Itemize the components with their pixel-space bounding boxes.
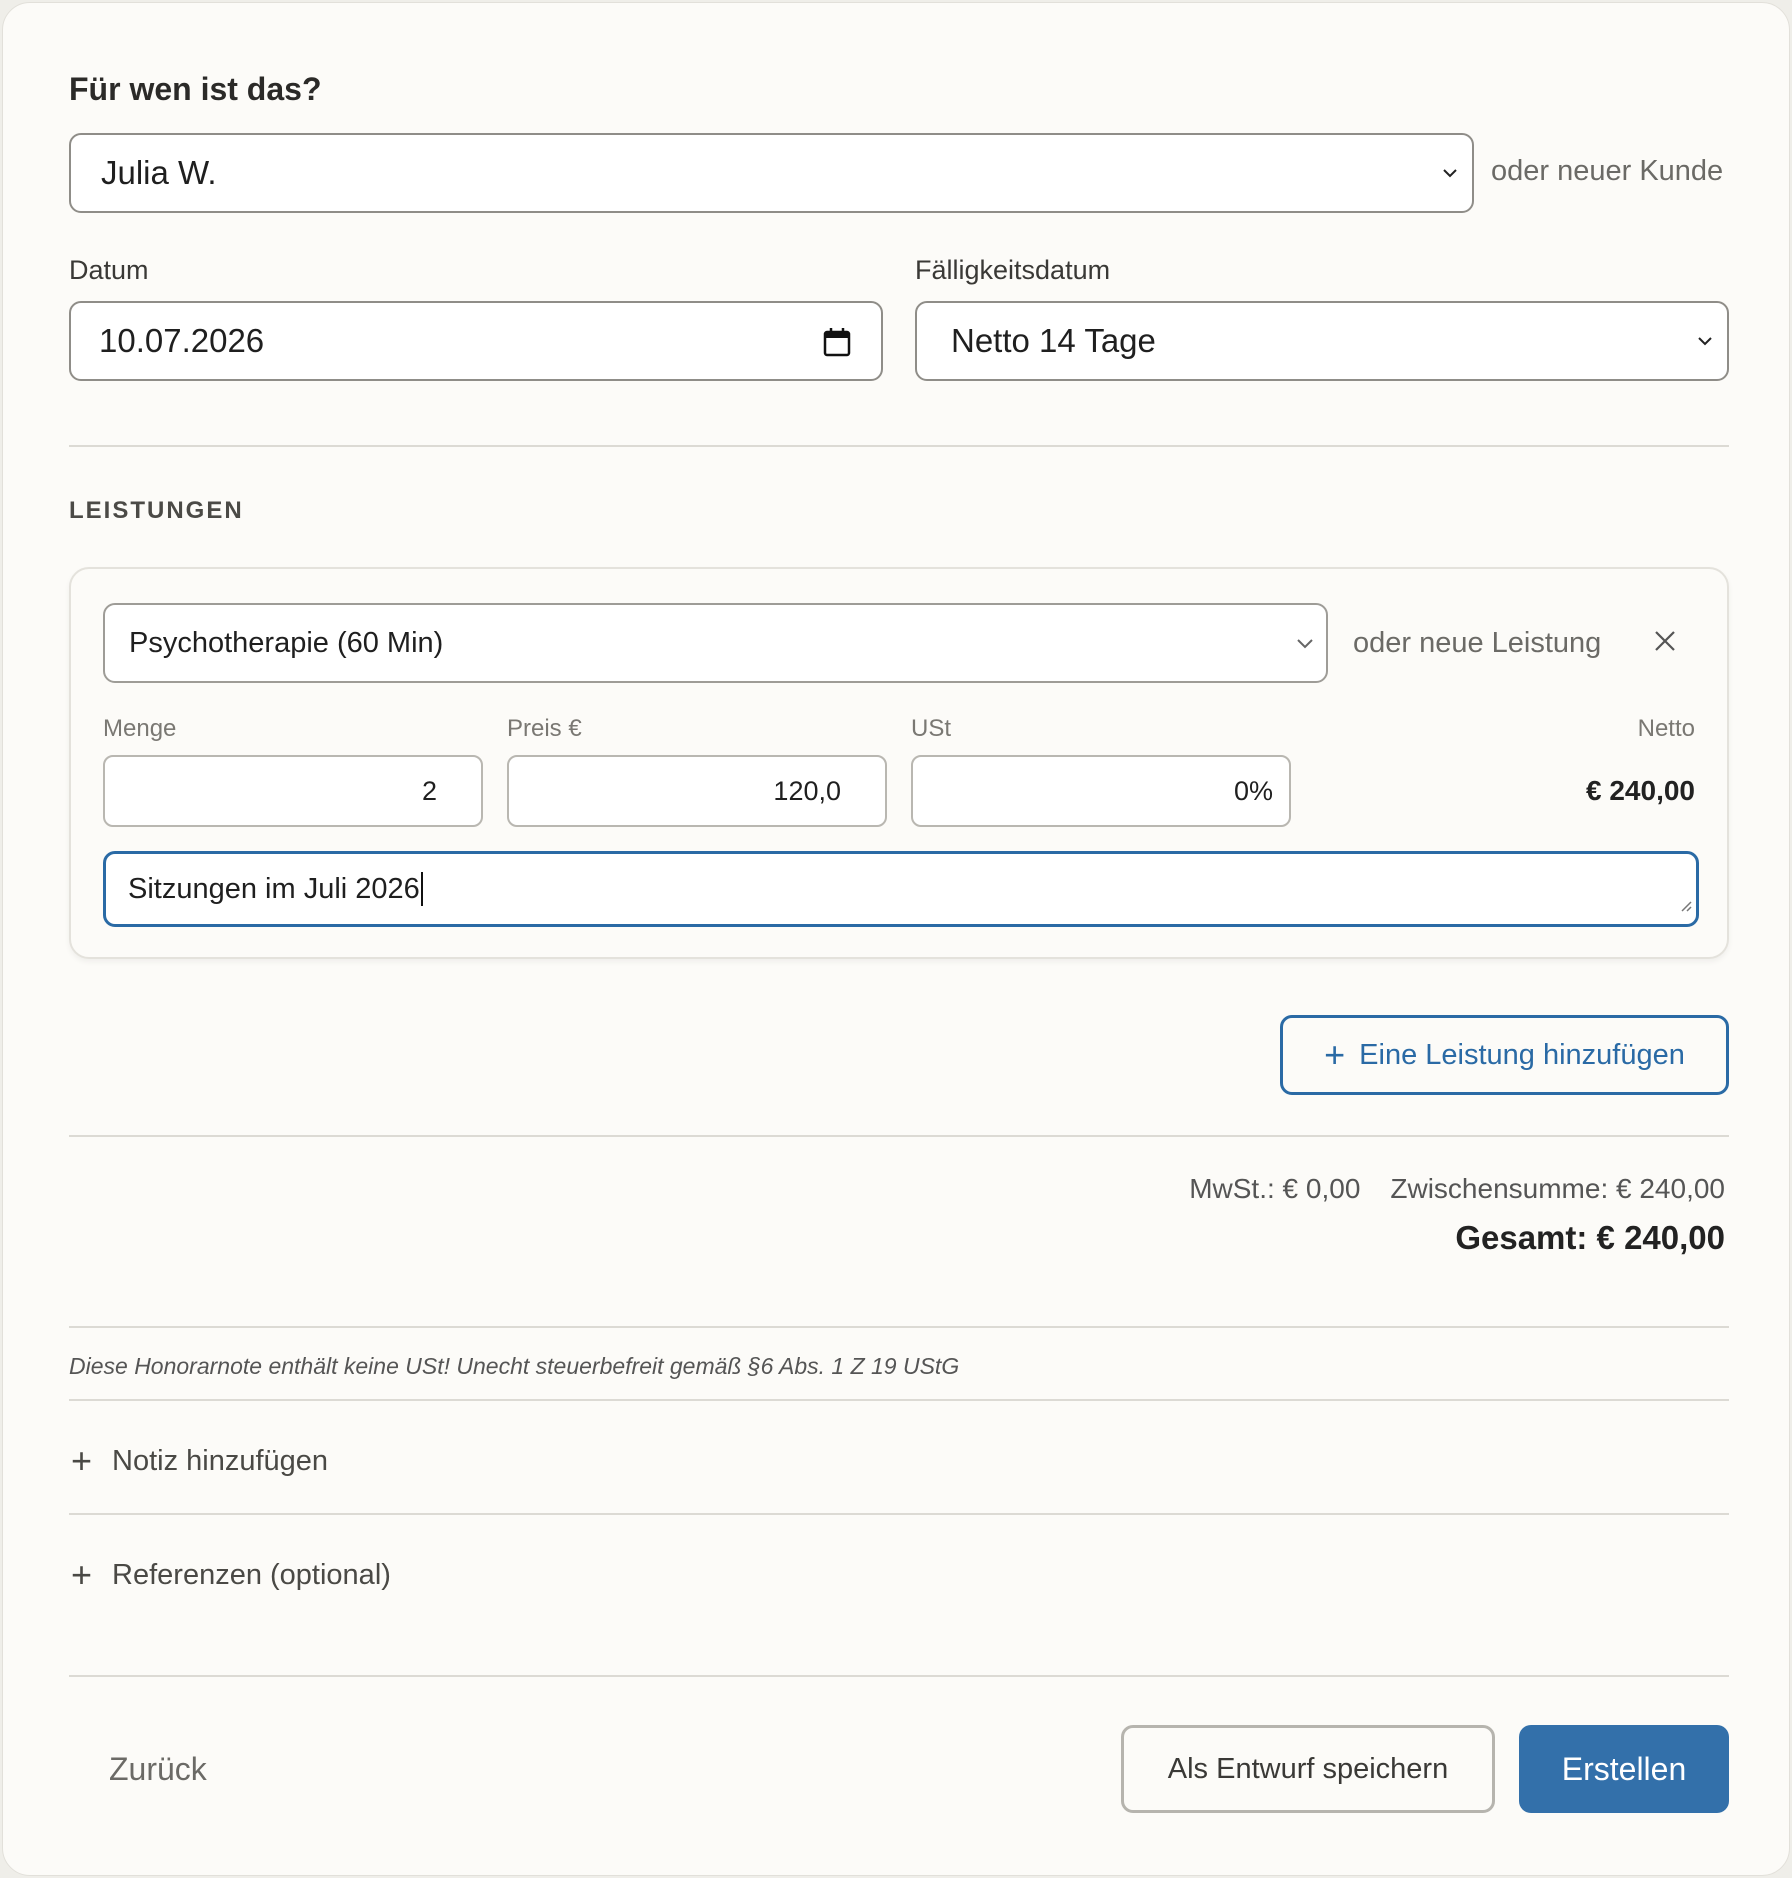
due-date-select-value: Netto 14 Tage	[951, 322, 1156, 359]
new-service-link[interactable]: oder neue Leistung	[1353, 627, 1601, 660]
chevron-down-icon	[1697, 333, 1713, 349]
service-item-card: Psychotherapie (60 Min) oder neue Leistu…	[69, 567, 1729, 959]
price-value: 120,0	[773, 775, 841, 806]
client-heading: Für wen ist das?	[69, 71, 322, 107]
text-cursor	[420, 872, 423, 906]
vat-field[interactable]: 0%	[911, 755, 1291, 827]
client-select[interactable]: Julia W.	[69, 133, 1474, 213]
divider	[69, 1513, 1729, 1515]
client-select-value: Julia W.	[101, 154, 217, 191]
create-button[interactable]: Erstellen	[1519, 1725, 1729, 1813]
net-label: Netto	[1637, 715, 1695, 742]
due-date-label: Fälligkeitsdatum	[915, 255, 1111, 285]
add-note-label: Notiz hinzufügen	[112, 1444, 329, 1477]
service-select-value: Psychotherapie (60 Min)	[129, 626, 444, 659]
vat-total: MwSt.: € 0,00	[1189, 1173, 1361, 1204]
grand-total: Gesamt: € 240,00	[1455, 1219, 1725, 1256]
vat-label: USt	[911, 715, 952, 742]
divider	[69, 1399, 1729, 1401]
description-value: Sitzungen im Juli 2026	[128, 872, 420, 905]
add-references-toggle[interactable]: + Referenzen (optional)	[71, 1557, 391, 1593]
divider	[69, 1135, 1729, 1137]
resize-handle-icon[interactable]	[1680, 887, 1692, 920]
close-icon[interactable]	[1653, 629, 1677, 658]
plus-icon: +	[1324, 1034, 1346, 1075]
price-label: Preis €	[507, 715, 582, 742]
totals-breakdown: MwSt.: € 0,00 Zwischensumme: € 240,00	[1189, 1173, 1725, 1205]
new-client-link[interactable]: oder neuer Kunde	[1491, 155, 1723, 188]
net-amount: € 240,00	[1586, 775, 1695, 806]
subtotal: Zwischensumme: € 240,00	[1390, 1173, 1725, 1204]
add-references-label: Referenzen (optional)	[112, 1558, 391, 1591]
divider	[69, 1326, 1729, 1328]
add-service-button-label: Eine Leistung hinzufügen	[1359, 1038, 1685, 1071]
chevron-down-icon	[1296, 635, 1313, 651]
quantity-value: 2	[421, 775, 437, 806]
calendar-icon[interactable]	[823, 327, 851, 365]
back-button[interactable]: Zurück	[109, 1751, 207, 1788]
plus-icon: +	[71, 1554, 93, 1595]
due-date-select[interactable]: Netto 14 Tage	[915, 301, 1729, 381]
price-field[interactable]: 120,0	[507, 755, 887, 827]
tax-notice: Diese Honorarnote enthält keine USt! Une…	[69, 1353, 960, 1379]
vat-value: 0%	[1233, 775, 1273, 806]
date-input[interactable]: 10.07.2026	[69, 301, 883, 381]
quantity-label: Menge	[103, 715, 177, 742]
description-input[interactable]: Sitzungen im Juli 2026	[103, 851, 1699, 927]
date-input-value: 10.07.2026	[99, 322, 265, 359]
add-note-toggle[interactable]: + Notiz hinzufügen	[71, 1443, 328, 1479]
services-section-title: LEISTUNGEN	[69, 497, 244, 524]
add-service-button[interactable]: + Eine Leistung hinzufügen	[1280, 1015, 1729, 1095]
divider	[69, 1675, 1729, 1677]
invoice-form-card: Für wen ist das? Julia W. oder neuer Kun…	[2, 2, 1790, 1876]
date-label: Datum	[69, 255, 149, 285]
divider	[69, 445, 1729, 447]
service-select[interactable]: Psychotherapie (60 Min)	[103, 603, 1328, 683]
plus-icon: +	[71, 1440, 93, 1481]
quantity-field[interactable]: 2	[103, 755, 483, 827]
save-draft-button[interactable]: Als Entwurf speichern	[1121, 1725, 1495, 1813]
chevron-down-icon	[1442, 165, 1458, 181]
